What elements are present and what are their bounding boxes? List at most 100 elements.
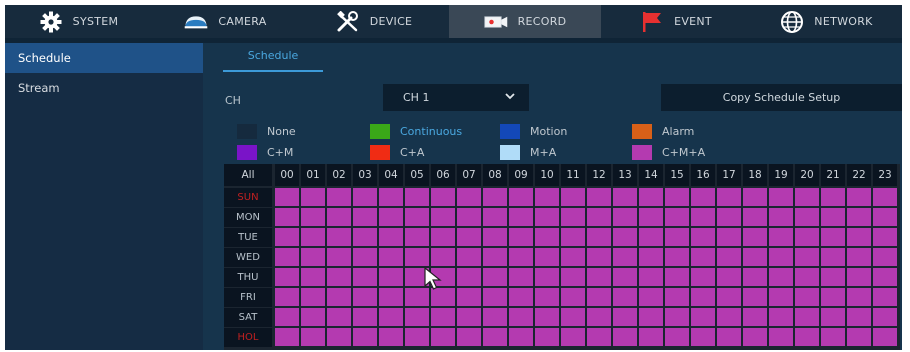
- schedule-cell[interactable]: [743, 308, 767, 326]
- schedule-cell[interactable]: [587, 268, 611, 286]
- hour-header[interactable]: 13: [613, 164, 637, 186]
- nav-tab-network[interactable]: NETWORK: [751, 5, 902, 38]
- schedule-cell[interactable]: [639, 268, 663, 286]
- schedule-cell[interactable]: [821, 228, 845, 246]
- day-label[interactable]: FRI: [224, 287, 272, 307]
- schedule-cell[interactable]: [691, 188, 715, 206]
- schedule-cell[interactable]: [587, 248, 611, 266]
- schedule-cell[interactable]: [795, 228, 819, 246]
- schedule-cell[interactable]: [379, 288, 403, 306]
- schedule-cell[interactable]: [847, 188, 871, 206]
- schedule-cell[interactable]: [821, 268, 845, 286]
- schedule-cell[interactable]: [795, 288, 819, 306]
- schedule-cell[interactable]: [639, 248, 663, 266]
- schedule-cell[interactable]: [327, 208, 351, 226]
- schedule-cell[interactable]: [821, 248, 845, 266]
- schedule-cell[interactable]: [847, 308, 871, 326]
- schedule-cell[interactable]: [353, 288, 377, 306]
- hour-header[interactable]: 22: [847, 164, 871, 186]
- schedule-cell[interactable]: [561, 268, 585, 286]
- hour-header[interactable]: 19: [769, 164, 793, 186]
- schedule-cell[interactable]: [873, 208, 897, 226]
- schedule-cell[interactable]: [301, 328, 325, 346]
- schedule-cell[interactable]: [639, 288, 663, 306]
- schedule-cell[interactable]: [743, 268, 767, 286]
- schedule-cell[interactable]: [665, 288, 689, 306]
- schedule-cell[interactable]: [847, 208, 871, 226]
- schedule-cell[interactable]: [327, 328, 351, 346]
- hour-header[interactable]: 07: [457, 164, 481, 186]
- schedule-cell[interactable]: [769, 188, 793, 206]
- schedule-cell[interactable]: [665, 308, 689, 326]
- schedule-cell[interactable]: [639, 228, 663, 246]
- schedule-cell[interactable]: [275, 188, 299, 206]
- schedule-cell[interactable]: [483, 228, 507, 246]
- schedule-cell[interactable]: [509, 268, 533, 286]
- day-label[interactable]: HOL: [224, 327, 272, 347]
- schedule-cell[interactable]: [457, 308, 481, 326]
- schedule-cell[interactable]: [873, 248, 897, 266]
- schedule-cell[interactable]: [327, 288, 351, 306]
- schedule-cell[interactable]: [431, 308, 455, 326]
- schedule-cell[interactable]: [301, 208, 325, 226]
- schedule-cell[interactable]: [353, 208, 377, 226]
- schedule-cell[interactable]: [691, 268, 715, 286]
- schedule-cell[interactable]: [769, 268, 793, 286]
- schedule-cell[interactable]: [587, 328, 611, 346]
- schedule-cell[interactable]: [431, 188, 455, 206]
- schedule-cell[interactable]: [561, 248, 585, 266]
- hour-header[interactable]: 04: [379, 164, 403, 186]
- schedule-cell[interactable]: [509, 188, 533, 206]
- schedule-cell[interactable]: [275, 288, 299, 306]
- schedule-cell[interactable]: [561, 288, 585, 306]
- schedule-cell[interactable]: [353, 228, 377, 246]
- schedule-cell[interactable]: [353, 268, 377, 286]
- sidebar-item-schedule[interactable]: Schedule: [5, 43, 203, 73]
- schedule-cell[interactable]: [275, 308, 299, 326]
- schedule-cell[interactable]: [847, 288, 871, 306]
- schedule-cell[interactable]: [821, 208, 845, 226]
- schedule-cell[interactable]: [379, 188, 403, 206]
- schedule-cell[interactable]: [379, 228, 403, 246]
- schedule-cell[interactable]: [483, 308, 507, 326]
- schedule-cell[interactable]: [587, 228, 611, 246]
- nav-tab-system[interactable]: SYSTEM: [5, 5, 152, 38]
- day-label[interactable]: TUE: [224, 227, 272, 247]
- schedule-cell[interactable]: [717, 288, 741, 306]
- day-label[interactable]: MON: [224, 207, 272, 227]
- schedule-cell[interactable]: [457, 228, 481, 246]
- schedule-cell[interactable]: [613, 188, 637, 206]
- schedule-cell[interactable]: [275, 248, 299, 266]
- schedule-cell[interactable]: [535, 288, 559, 306]
- schedule-cell[interactable]: [301, 268, 325, 286]
- schedule-cell[interactable]: [665, 208, 689, 226]
- schedule-cell[interactable]: [717, 268, 741, 286]
- schedule-cell[interactable]: [483, 268, 507, 286]
- schedule-cell[interactable]: [353, 328, 377, 346]
- schedule-cell[interactable]: [795, 208, 819, 226]
- schedule-cell[interactable]: [717, 248, 741, 266]
- schedule-cell[interactable]: [535, 228, 559, 246]
- hour-header[interactable]: 10: [535, 164, 559, 186]
- schedule-cell[interactable]: [769, 208, 793, 226]
- schedule-cell[interactable]: [275, 268, 299, 286]
- schedule-cell[interactable]: [509, 228, 533, 246]
- schedule-cell[interactable]: [379, 308, 403, 326]
- schedule-cell[interactable]: [847, 328, 871, 346]
- schedule-cell[interactable]: [691, 308, 715, 326]
- schedule-cell[interactable]: [847, 248, 871, 266]
- schedule-cell[interactable]: [873, 188, 897, 206]
- schedule-cell[interactable]: [717, 328, 741, 346]
- schedule-cell[interactable]: [457, 268, 481, 286]
- schedule-cell[interactable]: [691, 288, 715, 306]
- schedule-cell[interactable]: [743, 188, 767, 206]
- schedule-cell[interactable]: [613, 208, 637, 226]
- schedule-cell[interactable]: [483, 328, 507, 346]
- schedule-cell[interactable]: [327, 308, 351, 326]
- schedule-cell[interactable]: [743, 288, 767, 306]
- schedule-cell[interactable]: [821, 308, 845, 326]
- schedule-cell[interactable]: [847, 268, 871, 286]
- schedule-cell[interactable]: [405, 188, 429, 206]
- schedule-cell[interactable]: [587, 288, 611, 306]
- schedule-cell[interactable]: [769, 328, 793, 346]
